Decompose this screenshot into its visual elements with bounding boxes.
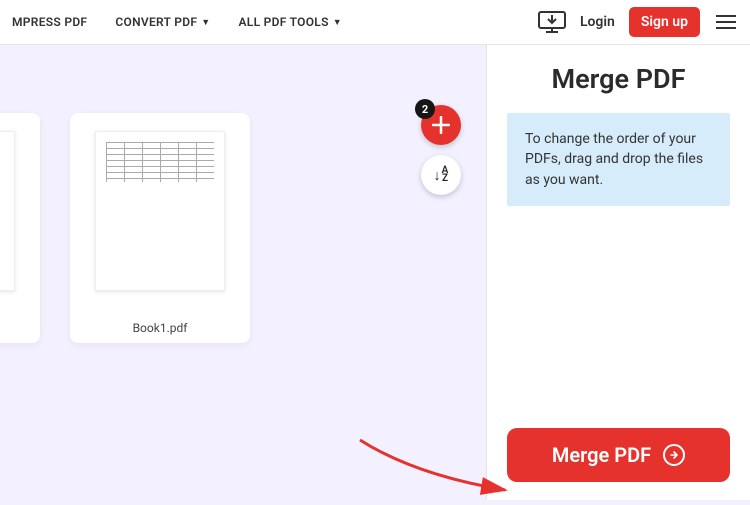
menu-icon[interactable]: [714, 13, 738, 31]
nav-convert-label: CONVERT PDF: [115, 15, 197, 29]
top-nav: MPRESS PDF CONVERT PDF ▼ ALL PDF TOOLS ▼…: [0, 0, 750, 45]
sort-az-button[interactable]: ↓ A Z: [421, 155, 461, 195]
arrow-right-circle-icon: [663, 444, 685, 466]
file-name-label: Book1.pdf: [133, 313, 188, 335]
workspace: Book1.pdf 2 ↓ A Z: [0, 45, 486, 500]
nav-compress-label: MPRESS PDF: [12, 15, 87, 29]
caret-down-icon: ▼: [333, 17, 342, 28]
file-tile[interactable]: Book1.pdf: [70, 113, 250, 343]
merge-button-label: Merge PDF: [552, 443, 651, 467]
file-count-badge: 2: [415, 99, 435, 119]
nav-convert-pdf[interactable]: CONVERT PDF ▼: [115, 15, 210, 29]
fab-stack: 2 ↓ A Z: [421, 105, 461, 195]
page-thumbnail: [95, 131, 225, 291]
info-text: To change the order of your PDFs, drag a…: [525, 129, 712, 190]
add-file-button[interactable]: 2: [421, 105, 461, 145]
nav-all-tools-label: ALL PDF TOOLS: [238, 15, 328, 29]
merge-pdf-button[interactable]: Merge PDF: [507, 428, 730, 482]
plus-icon: [432, 116, 450, 134]
signup-button[interactable]: Sign up: [629, 7, 700, 37]
file-tile[interactable]: [0, 113, 40, 343]
desktop-download-icon[interactable]: [538, 11, 566, 33]
info-box: To change the order of your PDFs, drag a…: [507, 113, 730, 206]
caret-down-icon: ▼: [201, 17, 210, 28]
nav-right-group: Login Sign up: [538, 7, 738, 37]
nav-all-tools[interactable]: ALL PDF TOOLS ▼: [238, 15, 341, 29]
nav-compress-pdf[interactable]: MPRESS PDF: [12, 15, 87, 29]
login-link[interactable]: Login: [580, 14, 615, 30]
sort-az-icon: A Z: [442, 167, 449, 183]
side-panel: Merge PDF To change the order of your PD…: [486, 45, 750, 500]
nav-left-group: MPRESS PDF CONVERT PDF ▼ ALL PDF TOOLS ▼: [12, 15, 342, 29]
sort-arrow-icon: ↓: [434, 167, 441, 184]
side-panel-title: Merge PDF: [507, 63, 730, 95]
page-thumbnail: [0, 131, 15, 291]
